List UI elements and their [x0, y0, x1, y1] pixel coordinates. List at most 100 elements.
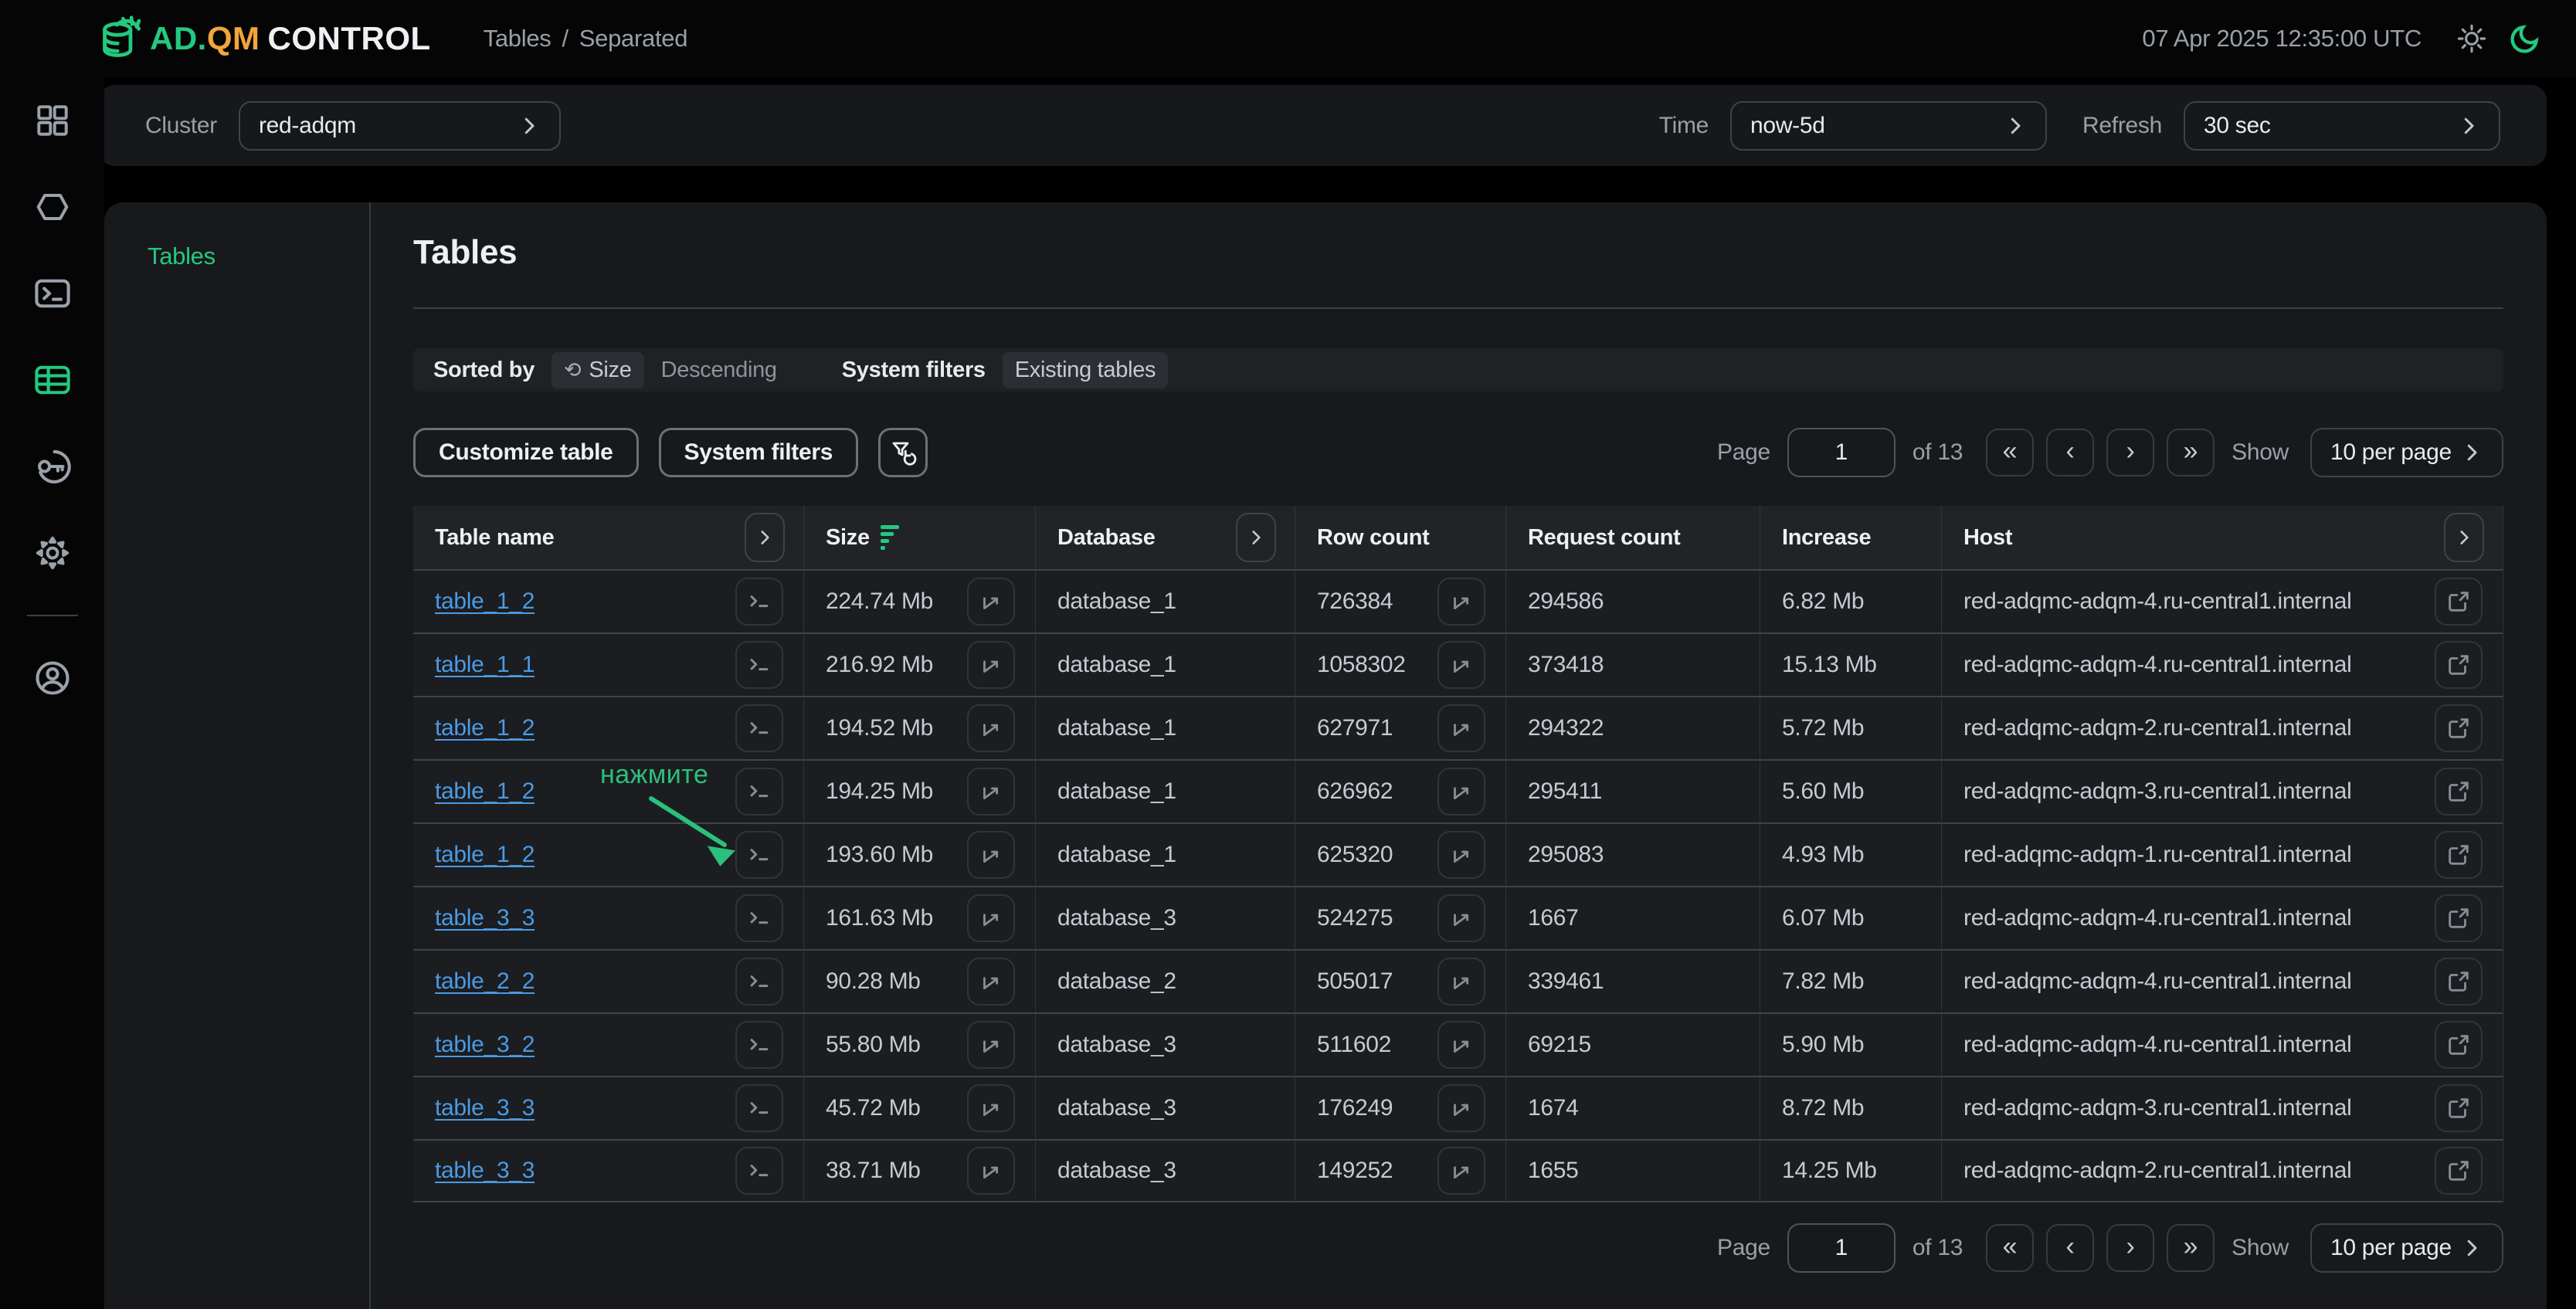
table-name-expand-button[interactable]: [745, 513, 785, 562]
size-chart-button[interactable]: [967, 704, 1015, 752]
breadcrumb-tables[interactable]: Tables: [484, 25, 552, 53]
cell-row-count: 511602: [1295, 1012, 1506, 1076]
last-page-button[interactable]: »: [2167, 429, 2215, 476]
cell-request-count: 295083: [1506, 822, 1760, 886]
customize-table-button[interactable]: Customize table: [413, 428, 639, 477]
reset-filters-button[interactable]: [878, 428, 928, 477]
open-query-terminal-button[interactable]: [735, 894, 783, 942]
rail-hexagon-cluster-icon[interactable]: [0, 164, 104, 250]
size-chart-button[interactable]: [967, 958, 1015, 1005]
rail-user-account-icon[interactable]: [0, 635, 104, 721]
open-host-button[interactable]: [2435, 831, 2483, 879]
open-host-button[interactable]: [2435, 768, 2483, 816]
open-query-terminal-button[interactable]: [735, 1021, 783, 1069]
row-count-chart-button[interactable]: [1437, 1147, 1485, 1195]
refresh-interval-select[interactable]: 30 sec: [2184, 101, 2500, 151]
rail-settings-gear-icon[interactable]: [0, 510, 104, 596]
row-count-chart-button[interactable]: [1437, 641, 1485, 689]
prev-page-button[interactable]: ‹: [2046, 429, 2094, 476]
open-host-button[interactable]: [2435, 641, 2483, 689]
prev-page-button[interactable]: ‹: [2046, 1224, 2094, 1272]
chevron-right-icon: [2460, 1236, 2483, 1260]
open-host-button[interactable]: [2435, 704, 2483, 752]
size-chart-button[interactable]: [967, 831, 1015, 879]
sort-chip[interactable]: ⟲ Size: [552, 352, 644, 388]
system-filters-button[interactable]: System filters: [659, 428, 859, 477]
open-query-terminal-button[interactable]: [735, 641, 783, 689]
per-page-select[interactable]: 10 per page: [2310, 428, 2503, 477]
next-page-button[interactable]: ›: [2106, 429, 2154, 476]
row-count-chart-button[interactable]: [1437, 958, 1485, 1005]
breadcrumb-separated[interactable]: Separated: [579, 25, 687, 53]
per-page-select[interactable]: 10 per page: [2310, 1223, 2503, 1273]
open-host-button[interactable]: [2435, 894, 2483, 942]
size-chart-button[interactable]: [967, 768, 1015, 816]
open-query-terminal-button[interactable]: [735, 578, 783, 626]
size-chart-button[interactable]: [967, 1021, 1015, 1069]
page-number-input[interactable]: [1787, 428, 1896, 477]
col-header-table-name[interactable]: Table name: [413, 506, 804, 569]
row-count-chart-button[interactable]: [1437, 894, 1485, 942]
cell-row-count: 627971: [1295, 696, 1506, 759]
light-theme-sun-icon[interactable]: [2456, 22, 2488, 55]
rail-terminal-console-icon[interactable]: [0, 250, 104, 337]
database-expand-button[interactable]: [1236, 513, 1276, 562]
open-host-button[interactable]: [2435, 1021, 2483, 1069]
last-page-button[interactable]: »: [2167, 1224, 2215, 1272]
open-query-terminal-button[interactable]: [735, 1147, 783, 1195]
row-count-chart-button[interactable]: [1437, 768, 1485, 816]
host-expand-button[interactable]: [2444, 513, 2484, 562]
trend-chart-icon: [978, 588, 1004, 615]
col-header-increase[interactable]: Increase: [1760, 506, 1942, 569]
click-annotation-arrow: [637, 788, 769, 880]
cluster-select[interactable]: red-adqm: [239, 101, 561, 151]
table-name-link[interactable]: table_1_2: [435, 588, 535, 615]
col-header-database[interactable]: Database: [1036, 506, 1295, 569]
time-range-select[interactable]: now-5d: [1730, 101, 2047, 151]
row-count-chart-button[interactable]: [1437, 1021, 1485, 1069]
rail-keys-icon[interactable]: [0, 423, 104, 510]
table-name-link[interactable]: table_3_3: [435, 905, 535, 931]
table-name-link[interactable]: table_1_2: [435, 715, 535, 741]
first-page-button[interactable]: «: [1986, 429, 2034, 476]
open-query-terminal-button[interactable]: [735, 1084, 783, 1132]
open-host-button[interactable]: [2435, 1084, 2483, 1132]
table-name-link[interactable]: table_3_2: [435, 1032, 535, 1058]
table-name-link[interactable]: table_1_2: [435, 842, 535, 868]
app-logo[interactable]: AD.QMCONTROL: [99, 15, 431, 63]
existing-tables-chip[interactable]: Existing tables: [1003, 352, 1169, 388]
row-count-chart-button[interactable]: [1437, 578, 1485, 626]
col-header-host[interactable]: Host: [1942, 506, 2503, 569]
terminal-icon: [746, 588, 772, 615]
open-host-button[interactable]: [2435, 1147, 2483, 1195]
col-header-request-count[interactable]: Request count: [1506, 506, 1760, 569]
size-chart-button[interactable]: [967, 1084, 1015, 1132]
size-chart-button[interactable]: [967, 578, 1015, 626]
table-name-link[interactable]: table_3_3: [435, 1158, 535, 1184]
col-header-row-count[interactable]: Row count: [1295, 506, 1506, 569]
open-query-terminal-button[interactable]: [735, 958, 783, 1005]
page-number-input[interactable]: [1787, 1223, 1896, 1273]
open-query-terminal-button[interactable]: [735, 704, 783, 752]
table-name-link[interactable]: table_3_3: [435, 1095, 535, 1121]
rail-dashboard-grid-icon[interactable]: [0, 77, 104, 164]
filter-reset-icon: [889, 439, 917, 466]
table-name-link[interactable]: table_1_1: [435, 652, 535, 678]
first-page-button[interactable]: «: [1986, 1224, 2034, 1272]
open-host-button[interactable]: [2435, 958, 2483, 1005]
size-chart-button[interactable]: [967, 1147, 1015, 1195]
row-count-chart-button[interactable]: [1437, 831, 1485, 879]
next-page-button[interactable]: ›: [2106, 1224, 2154, 1272]
row-count-chart-button[interactable]: [1437, 704, 1485, 752]
table-name-link[interactable]: table_2_2: [435, 968, 535, 995]
rail-tables-icon[interactable]: [0, 337, 104, 423]
size-chart-button[interactable]: [967, 641, 1015, 689]
open-host-button[interactable]: [2435, 578, 2483, 626]
row-count-chart-button[interactable]: [1437, 1084, 1485, 1132]
sidebar-item-tables[interactable]: Tables: [148, 242, 216, 270]
dark-theme-moon-icon[interactable]: [2508, 22, 2542, 56]
col-header-size[interactable]: Size: [804, 506, 1036, 569]
size-chart-button[interactable]: [967, 894, 1015, 942]
page-count-label: of 13: [1912, 1235, 1963, 1261]
table-name-link[interactable]: table_1_2: [435, 778, 535, 805]
